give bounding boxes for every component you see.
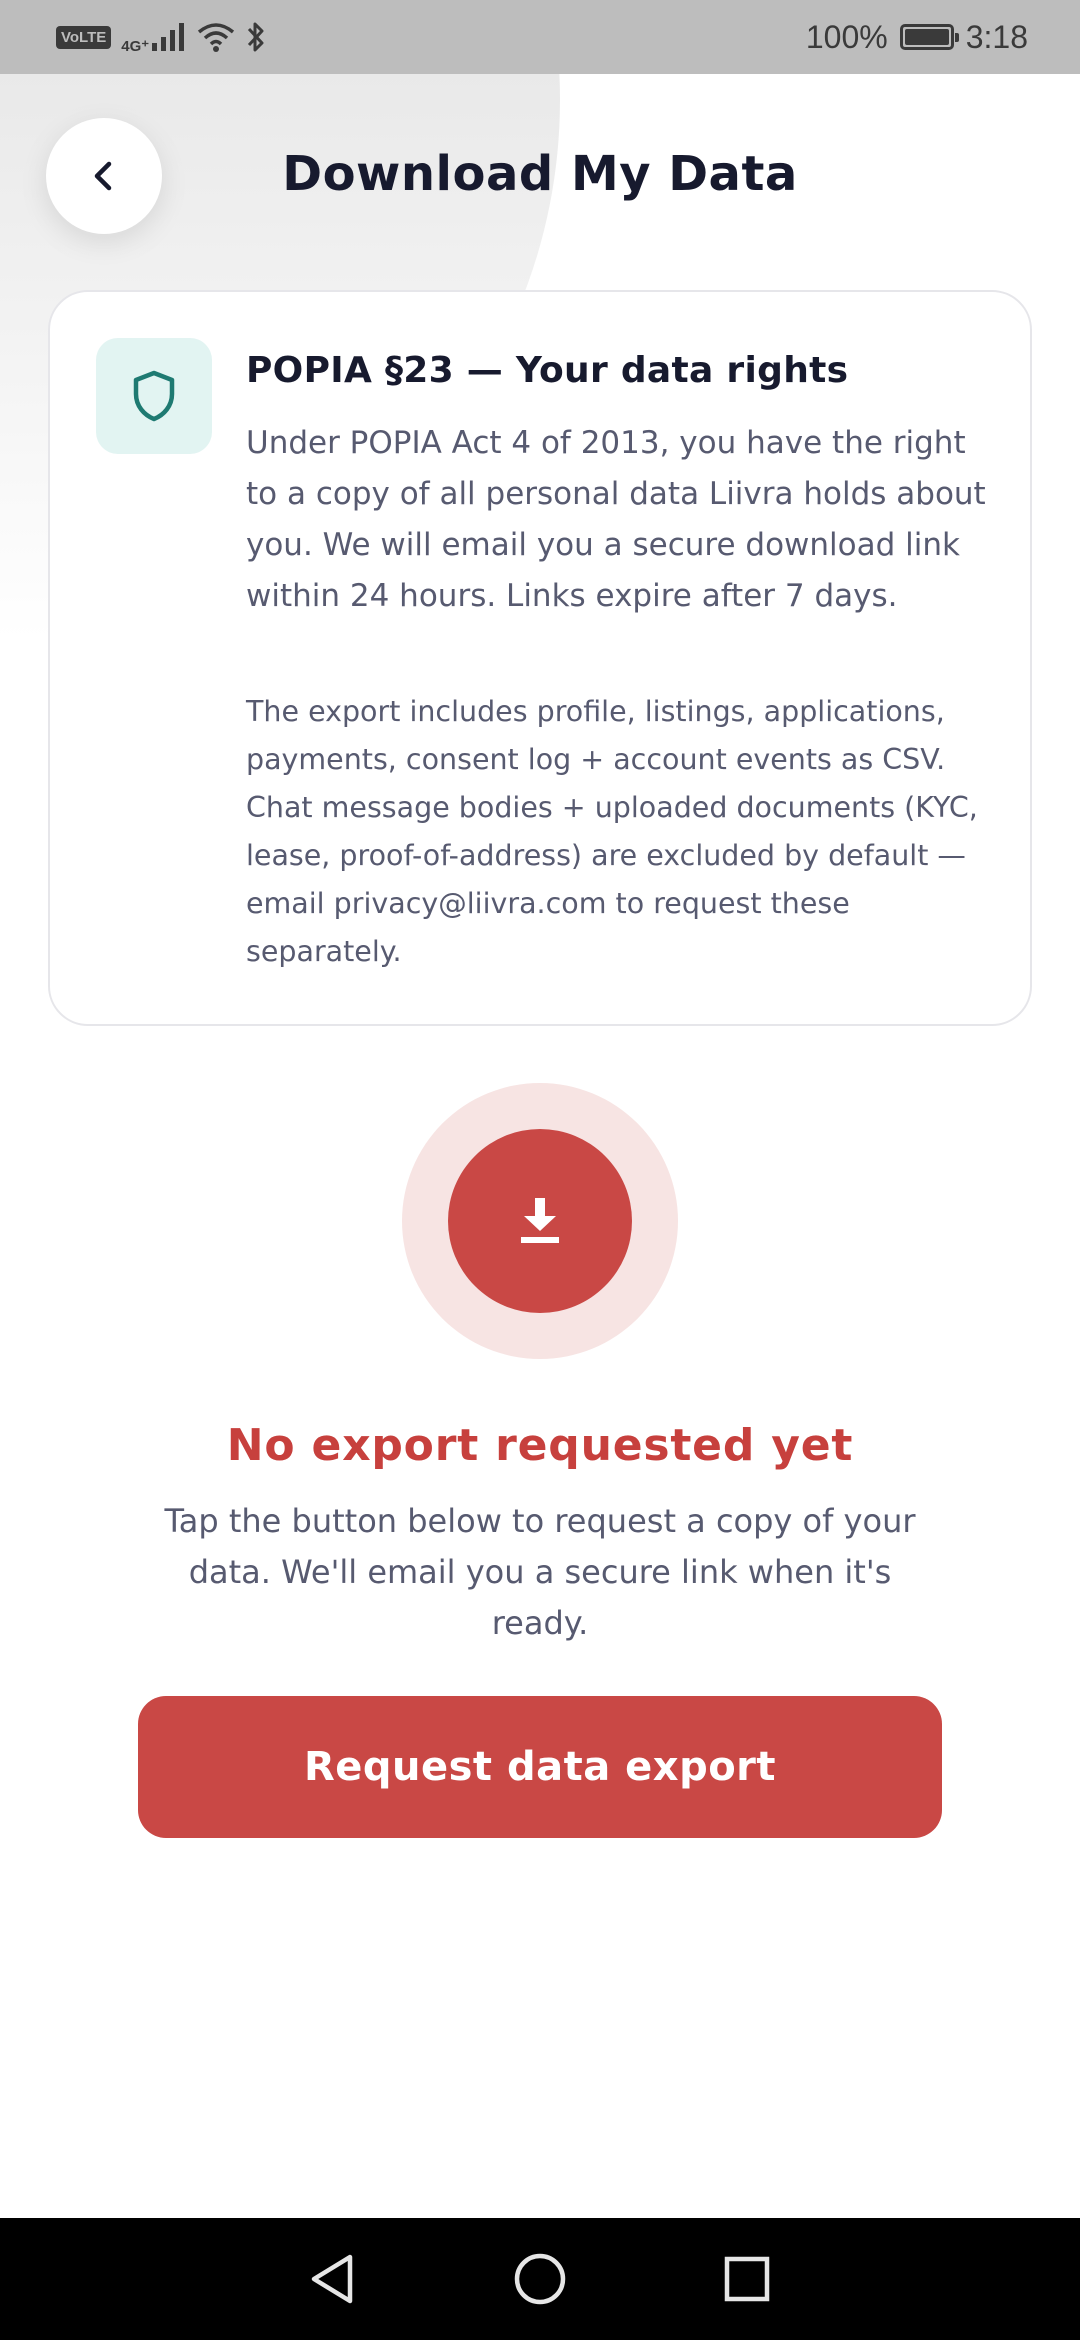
export-status-title: No export requested yet xyxy=(226,1420,854,1471)
battery-percent: 100% xyxy=(805,18,888,55)
status-indicators: VoLTE 4G⁺ xyxy=(56,19,267,55)
download-badge xyxy=(448,1129,632,1313)
nav-back-button[interactable] xyxy=(293,2239,373,2319)
shield-badge xyxy=(96,338,212,454)
card-note: The export includes profile, listings, a… xyxy=(246,695,978,968)
request-export-button[interactable]: Request data export xyxy=(138,1696,942,1838)
card-body: Under POPIA Act 4 of 2013, you have the … xyxy=(246,425,986,614)
battery-icon xyxy=(899,24,959,50)
status-right: 100% 3:18 xyxy=(806,19,1028,56)
card-heading: POPIA §23 — Your data rights xyxy=(246,350,849,391)
wifi-icon xyxy=(198,23,235,52)
download-icon xyxy=(521,1198,559,1243)
shield-icon xyxy=(133,370,175,422)
circle-home-icon xyxy=(514,2253,566,2305)
square-recents-icon xyxy=(724,2256,769,2302)
page-title: Download My Data xyxy=(282,146,798,202)
nav-home-button[interactable] xyxy=(500,2239,580,2319)
signal-icon xyxy=(152,23,185,51)
network-type: 4G⁺ xyxy=(121,38,150,55)
clock: 3:18 xyxy=(965,18,1028,55)
system-nav-bar xyxy=(0,2218,1080,2340)
screen: VoLTE 4G⁺ 100% 3:18 Download My Data POP… xyxy=(0,0,1080,2340)
status-bar: VoLTE 4G⁺ 100% 3:18 xyxy=(0,0,1080,74)
volte-badge: VoLTE xyxy=(56,25,112,49)
triangle-back-icon xyxy=(312,2254,353,2304)
bluetooth-icon xyxy=(248,22,264,52)
nav-recents-button[interactable] xyxy=(707,2239,787,2319)
battery-level xyxy=(904,29,949,45)
export-status-description: Tap the button below to request a copy o… xyxy=(164,1502,916,1642)
data-rights-card: POPIA §23 — Your data rights Under POPIA… xyxy=(48,290,1032,1026)
